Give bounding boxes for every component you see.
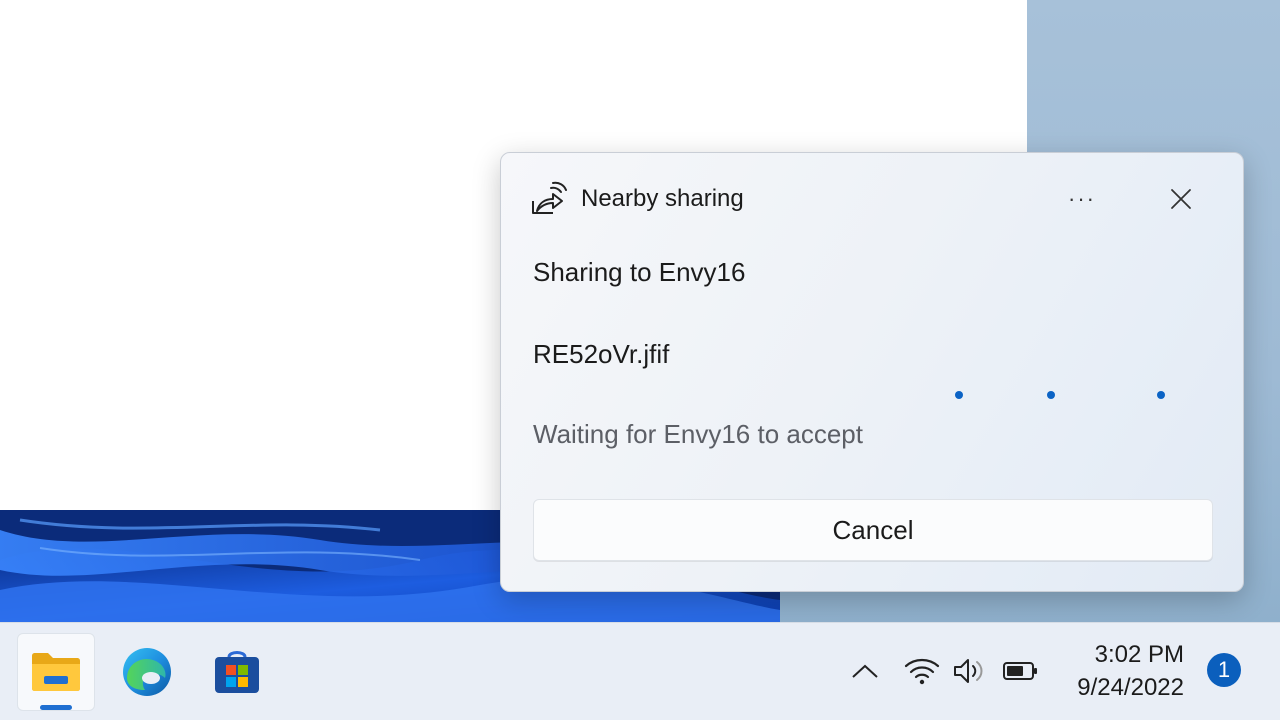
folder-icon — [32, 653, 80, 691]
close-button[interactable] — [1159, 179, 1203, 219]
clock-time: 3:02 PM — [1094, 641, 1184, 668]
store-icon — [215, 651, 259, 693]
edge-icon — [123, 648, 171, 696]
chevron-up-icon — [852, 664, 878, 678]
volume-button[interactable] — [950, 653, 990, 689]
notification-badge[interactable]: 1 — [1207, 653, 1241, 687]
flyout-header: Nearby sharing ··· — [529, 179, 1215, 219]
clock[interactable]: 3:02 PM 9/24/2022 — [1060, 639, 1184, 705]
taskbar-file-explorer[interactable] — [17, 633, 95, 711]
taskbar-edge[interactable] — [108, 633, 186, 711]
progress-dot — [955, 391, 963, 399]
status-text: Waiting for Envy16 to accept — [533, 419, 863, 449]
wifi-button[interactable] — [902, 653, 942, 689]
progress-dot — [1157, 391, 1165, 399]
progress-dot — [1047, 391, 1055, 399]
sharing-target-text: Sharing to Envy16 — [533, 257, 746, 287]
cancel-button[interactable]: Cancel — [533, 499, 1213, 561]
show-hidden-icons-button[interactable] — [848, 653, 882, 689]
taskbar-store[interactable] — [198, 633, 276, 711]
nearby-sharing-flyout: Nearby sharing ··· Sharing to Envy16 RE5… — [500, 152, 1244, 592]
nearby-share-icon — [532, 181, 567, 214]
more-options-button[interactable]: ··· — [1057, 183, 1107, 215]
close-icon — [1171, 189, 1191, 209]
taskbar: 3:02 PM 9/24/2022 — [0, 622, 1280, 720]
active-app-indicator — [40, 705, 72, 710]
battery-icon — [1003, 662, 1037, 680]
volume-icon — [954, 659, 983, 683]
wifi-icon — [904, 658, 940, 685]
clock-date: 9/24/2022 — [1077, 674, 1184, 701]
battery-button[interactable] — [1000, 653, 1042, 689]
flyout-title: Nearby sharing — [581, 185, 744, 212]
file-name-text: RE52oVr.jfif — [533, 339, 670, 369]
